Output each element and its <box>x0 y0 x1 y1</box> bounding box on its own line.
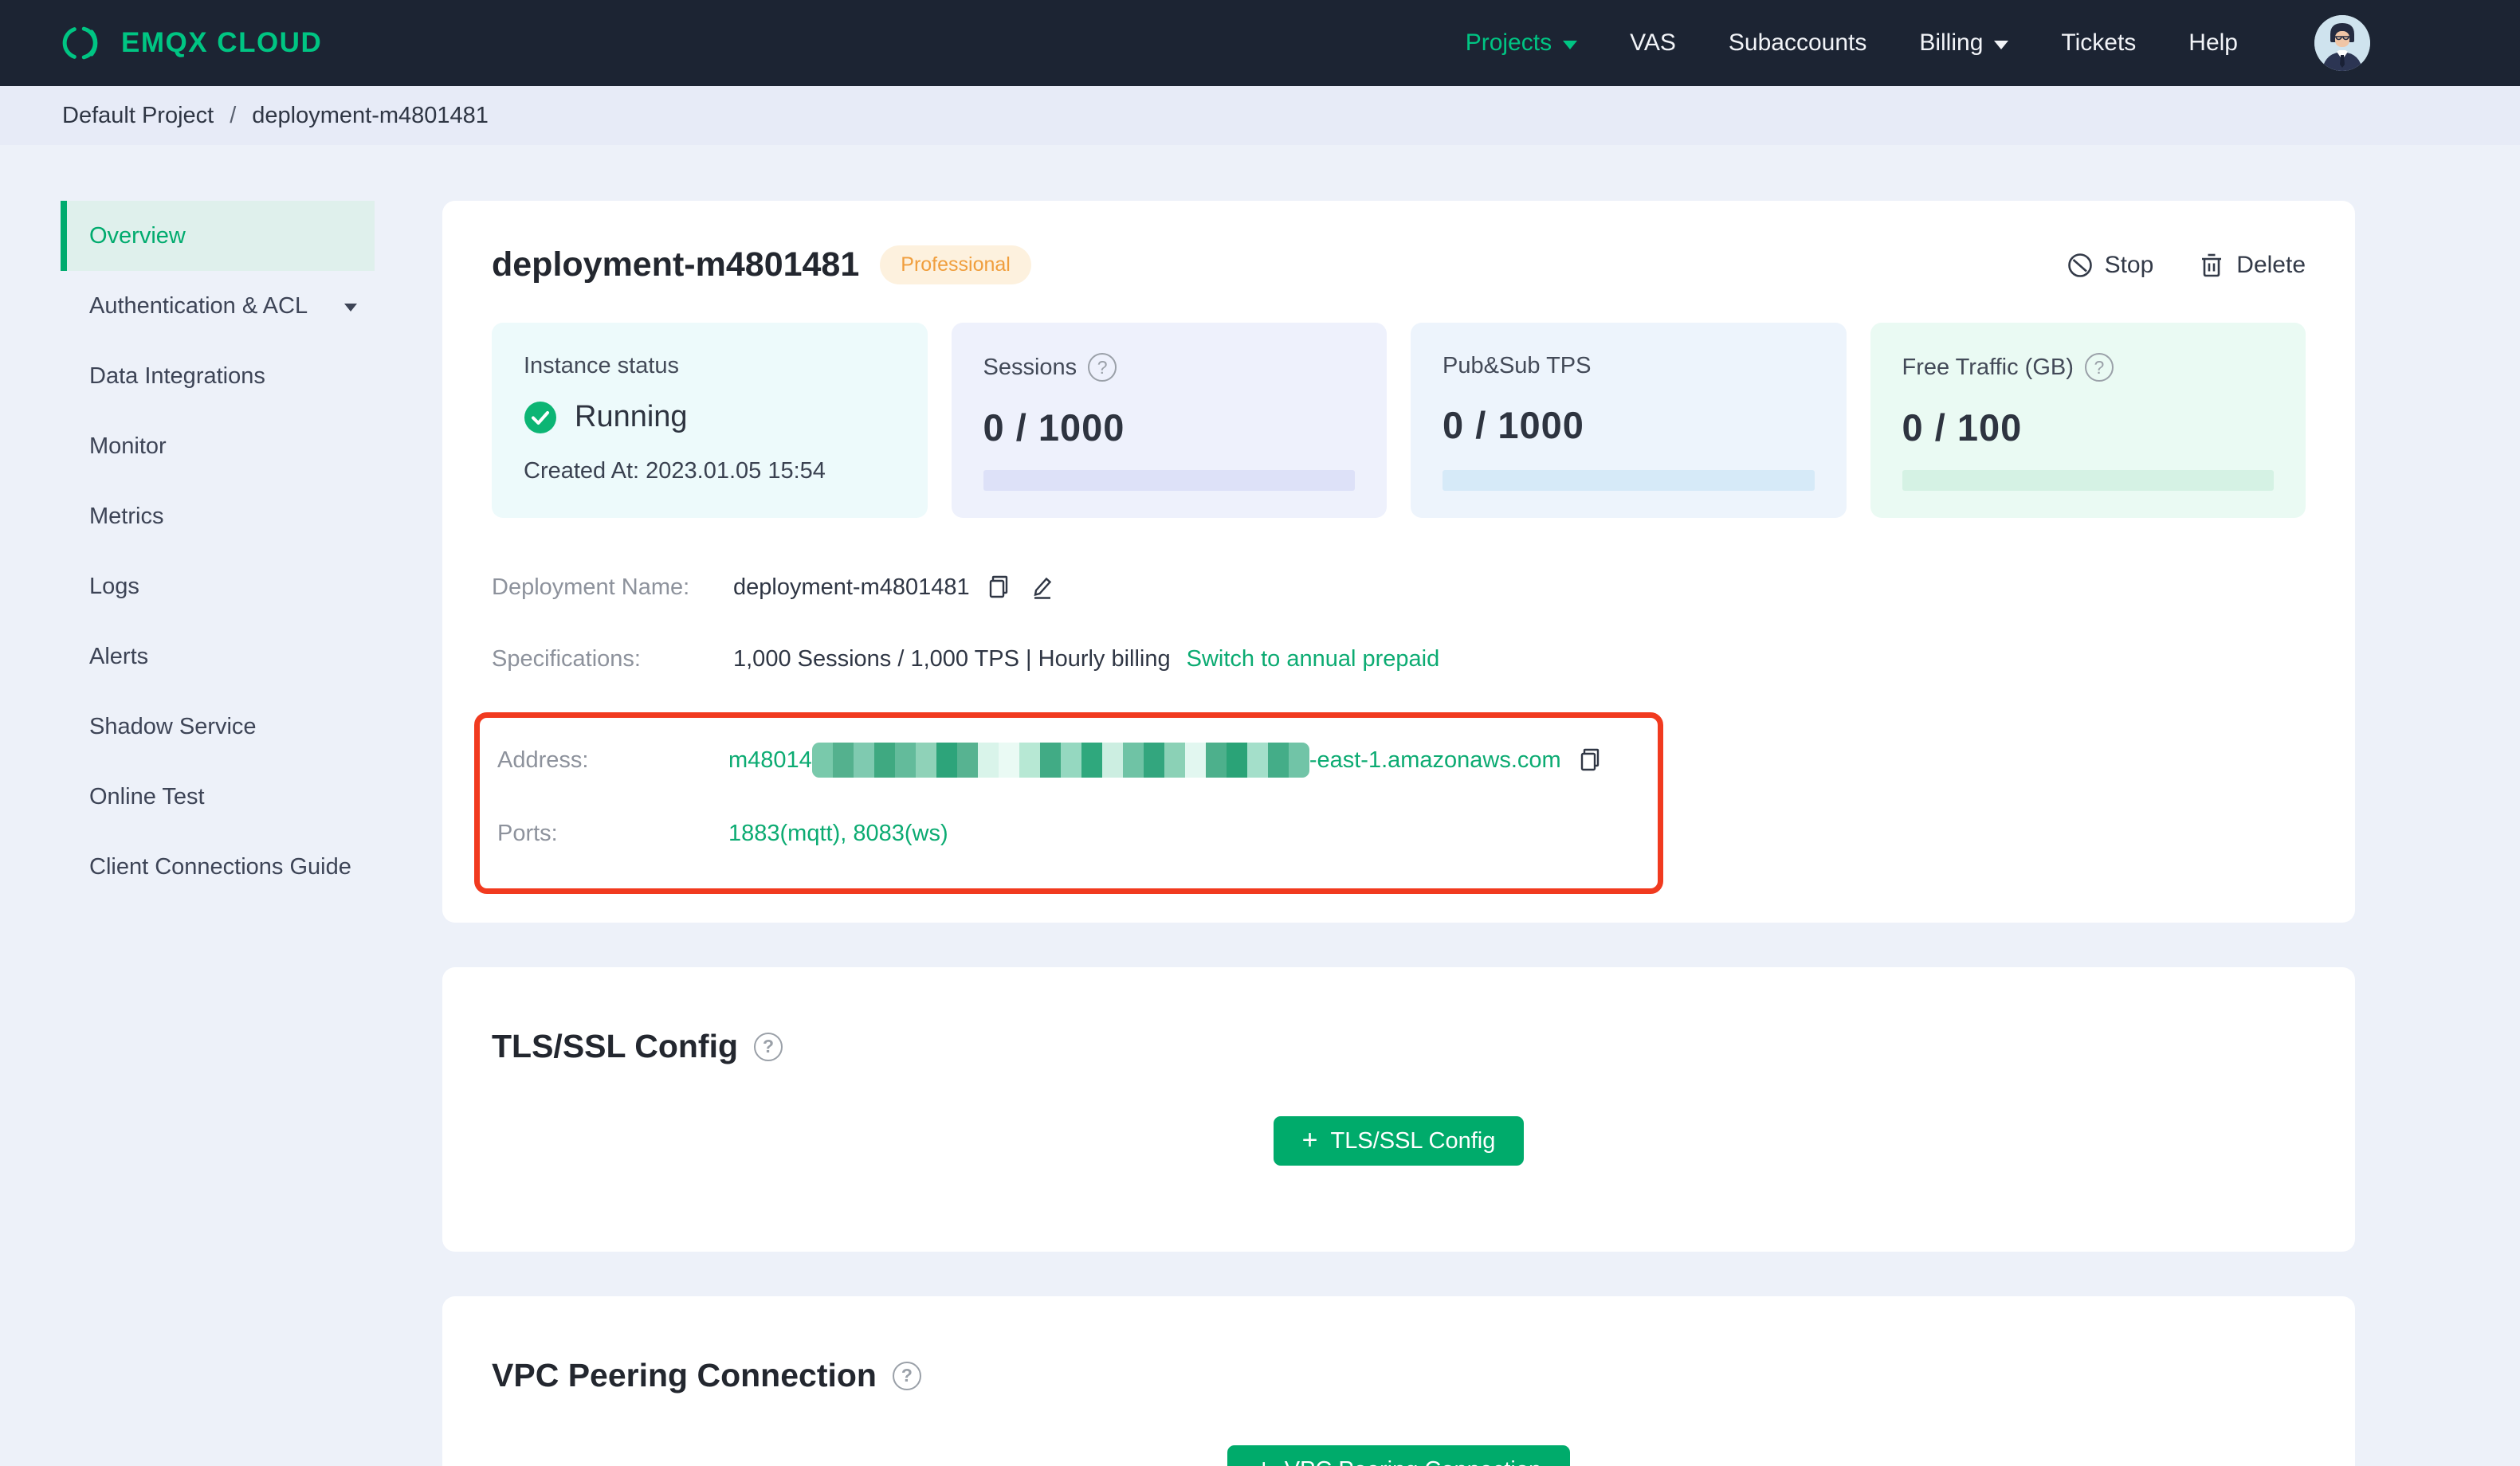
sidebar: Overview Authentication & ACL Data Integ… <box>61 201 375 902</box>
sidebar-item-metrics[interactable]: Metrics <box>61 481 375 551</box>
nav-subaccounts[interactable]: Subaccounts <box>1729 29 1866 57</box>
tps-progress-bar <box>1443 470 1815 491</box>
pencil-icon[interactable] <box>1027 573 1056 602</box>
breadcrumb: Default Project / deployment-m4801481 <box>0 86 2520 145</box>
sidebar-item-shadow-service[interactable]: Shadow Service <box>61 692 375 762</box>
stats-row: Instance status Running Created At: 2023… <box>492 323 2306 518</box>
nav-tickets[interactable]: Tickets <box>2061 29 2136 57</box>
user-avatar[interactable] <box>2314 15 2370 71</box>
ports-label: Ports: <box>497 820 558 846</box>
main-content: deployment-m4801481 Professional Stop De… <box>442 201 2355 1466</box>
ports-value: 1883(mqtt), 8083(ws) <box>728 820 948 846</box>
nav-projects[interactable]: Projects <box>1466 29 1578 57</box>
stop-button[interactable]: Stop <box>2067 252 2153 279</box>
brand[interactable]: EMQX CLOUD <box>61 22 322 64</box>
nav-help[interactable]: Help <box>2188 29 2238 57</box>
pubsub-tps-card: Pub&Sub TPS 0 / 1000 <box>1411 323 1847 518</box>
free-traffic-card: Free Traffic (GB) ? 0 / 100 <box>1870 323 2306 518</box>
chevron-down-icon <box>344 304 357 312</box>
plus-icon: + <box>1256 1456 1272 1466</box>
switch-annual-prepaid-link[interactable]: Switch to annual prepaid <box>1187 646 1440 672</box>
deployment-title: deployment-m4801481 <box>492 245 860 284</box>
instance-status-card: Instance status Running Created At: 2023… <box>492 323 928 518</box>
copy-icon[interactable] <box>984 573 1013 602</box>
address-label: Address: <box>497 747 589 773</box>
deployment-name-label: Deployment Name: <box>492 574 690 600</box>
specifications-label: Specifications: <box>492 645 641 672</box>
chevron-down-icon <box>1563 40 1578 49</box>
copy-icon[interactable] <box>1576 746 1604 774</box>
deployment-name-value: deployment-m4801481 <box>733 574 970 600</box>
address-prefix: m48014 <box>728 747 812 773</box>
breadcrumb-project[interactable]: Default Project <box>62 103 214 129</box>
check-circle-icon <box>524 401 557 434</box>
sidebar-item-logs[interactable]: Logs <box>61 551 375 621</box>
question-circle-icon[interactable]: ? <box>754 1032 783 1061</box>
ban-icon <box>2067 252 2094 279</box>
created-at: Created At: 2023.01.05 15:54 <box>524 458 826 484</box>
address-annotation-box: Address: m48014 -east-1.amazonaws.com Po… <box>474 712 1663 894</box>
sidebar-item-authentication-acl[interactable]: Authentication & ACL <box>61 271 375 341</box>
address-suffix: -east-1.amazonaws.com <box>1309 747 1561 773</box>
emqx-logo-icon <box>61 22 102 64</box>
brand-name: EMQX CLOUD <box>121 27 323 58</box>
question-circle-icon[interactable]: ? <box>1088 353 1117 382</box>
tps-value: 0 / 1000 <box>1443 404 1584 446</box>
traffic-value: 0 / 100 <box>1902 406 2023 449</box>
deployment-details: Deployment Name: deployment-m4801481 Spe… <box>474 569 2306 894</box>
delete-button[interactable]: Delete <box>2198 252 2306 279</box>
trash-icon <box>2198 252 2225 279</box>
sidebar-item-overview[interactable]: Overview <box>61 201 375 271</box>
tls-ssl-card: TLS/SSL Config ? + TLS/SSL Config <box>442 967 2355 1252</box>
sidebar-item-alerts[interactable]: Alerts <box>61 621 375 692</box>
top-nav: EMQX CLOUD Projects VAS Subaccounts Bill… <box>0 0 2520 86</box>
sessions-card: Sessions ? 0 / 1000 <box>951 323 1387 518</box>
status-text: Running <box>575 400 688 433</box>
sidebar-item-data-integrations[interactable]: Data Integrations <box>61 341 375 411</box>
traffic-progress-bar <box>1902 470 2274 491</box>
vpc-heading: VPC Peering Connection <box>492 1357 877 1393</box>
tls-heading: TLS/SSL Config <box>492 1028 739 1064</box>
breadcrumb-separator: / <box>230 102 237 128</box>
deployment-overview-card: deployment-m4801481 Professional Stop De… <box>442 201 2355 923</box>
question-circle-icon[interactable]: ? <box>2084 353 2114 382</box>
sidebar-item-online-test[interactable]: Online Test <box>61 762 375 832</box>
nav-items: Projects VAS Subaccounts Billing Tickets… <box>1466 29 2238 57</box>
nav-billing[interactable]: Billing <box>1919 29 2009 57</box>
address-redacted <box>811 743 1309 778</box>
sessions-progress-bar <box>983 470 1355 491</box>
sessions-value: 0 / 1000 <box>983 406 1125 449</box>
sidebar-item-monitor[interactable]: Monitor <box>61 411 375 481</box>
plus-icon: + <box>1301 1124 1318 1155</box>
vpc-peering-card: VPC Peering Connection ? + VPC Peering C… <box>442 1296 2355 1466</box>
add-tls-ssl-config-button[interactable]: + TLS/SSL Config <box>1273 1116 1525 1166</box>
breadcrumb-deployment: deployment-m4801481 <box>252 102 489 128</box>
sidebar-item-client-connections-guide[interactable]: Client Connections Guide <box>61 832 375 902</box>
nav-vas[interactable]: VAS <box>1630 29 1676 57</box>
add-vpc-peering-connection-button[interactable]: + VPC Peering Connection <box>1227 1445 1571 1466</box>
plan-badge: Professional <box>880 245 1031 284</box>
specifications-value: 1,000 Sessions / 1,000 TPS | Hourly bill… <box>733 645 1171 672</box>
question-circle-icon[interactable]: ? <box>892 1361 921 1390</box>
chevron-down-icon <box>1994 40 2009 49</box>
